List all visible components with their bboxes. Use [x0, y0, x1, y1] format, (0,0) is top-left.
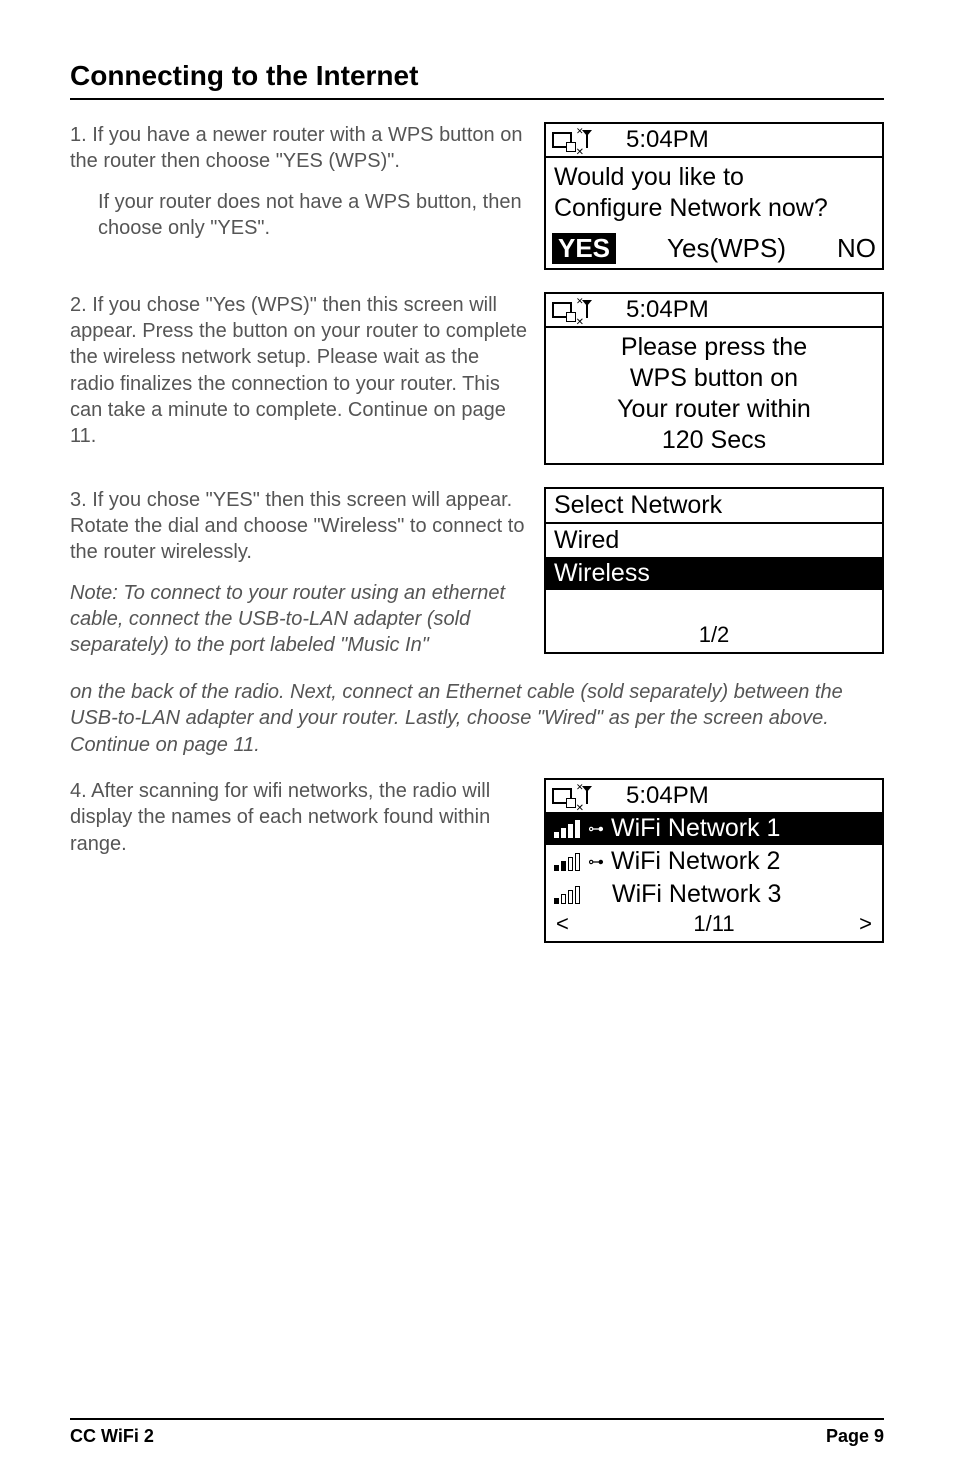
step1-subtext: If your router does not have a WPS butto…	[70, 189, 528, 242]
network-option-wireless[interactable]: Wireless	[546, 557, 882, 590]
page-footer: CC WiFi 2 Page 9	[70, 1418, 884, 1447]
option-no[interactable]: NO	[837, 233, 876, 264]
lock-icon: ⊶	[588, 852, 603, 872]
status-time: 5:04PM	[626, 296, 709, 324]
wifi-name-1: WiFi Network 1	[611, 814, 780, 843]
footer-left: CC WiFi 2	[70, 1426, 154, 1447]
prompt-line-2: Configure Network now?	[554, 193, 874, 224]
step1-text: 1. If you have a newer router with a WPS…	[70, 122, 528, 175]
pager-right[interactable]: >	[859, 911, 872, 937]
note-full: on the back of the radio. Next, connect …	[70, 679, 884, 758]
screen-wifi-list: 5:04PM ⊶ WiFi Network 1 ⊶ WiFi Network 2…	[544, 778, 884, 943]
status-time: 5:04PM	[626, 126, 709, 154]
screen-wps-prompt: 5:04PM Please press the WPS button on Yo…	[544, 292, 884, 465]
wifi-name-2: WiFi Network 2	[611, 847, 780, 876]
antenna-off-icon	[586, 132, 588, 148]
step3-text: 3. If you chose "YES" then this screen w…	[70, 487, 528, 566]
wifi-row-2[interactable]: ⊶ WiFi Network 2	[546, 845, 882, 878]
screen-configure-network: 5:04PM Would you like to Configure Netwo…	[544, 122, 884, 270]
option-yes-wps[interactable]: Yes(WPS)	[667, 233, 786, 264]
ethernet-disconnected-icon	[552, 132, 572, 148]
pager-left[interactable]: <	[556, 911, 569, 937]
wifi-row-1[interactable]: ⊶ WiFi Network 1	[546, 812, 882, 845]
screen-select-network: Select Network Wired Wireless 1/2	[544, 487, 884, 654]
step4-text: 4. After scanning for wifi networks, the…	[70, 778, 528, 857]
network-option-wired[interactable]: Wired	[546, 524, 882, 557]
signal-strong-icon	[554, 820, 580, 838]
heading-rule	[70, 98, 884, 100]
status-time: 5:04PM	[626, 782, 709, 810]
wps-line-1: Please press the	[554, 332, 874, 363]
step2-text: 2. If you chose "Yes (WPS)" then this sc…	[70, 292, 528, 450]
wps-line-4: 120 Secs	[554, 425, 874, 456]
wifi-row-3[interactable]: WiFi Network 3	[546, 878, 882, 911]
lock-icon: ⊶	[588, 819, 603, 839]
antenna-off-icon	[586, 788, 588, 804]
signal-medium-icon	[554, 853, 580, 871]
pager: 1/2	[546, 616, 882, 652]
wps-line-3: Your router within	[554, 394, 874, 425]
option-yes[interactable]: YES	[552, 233, 616, 264]
select-network-title: Select Network	[546, 489, 882, 524]
empty-row	[546, 590, 882, 616]
prompt-line-1: Would you like to	[554, 162, 874, 193]
ethernet-disconnected-icon	[552, 788, 572, 804]
antenna-off-icon	[586, 302, 588, 318]
footer-right: Page 9	[826, 1426, 884, 1447]
pager-pos: 1/11	[693, 911, 734, 937]
signal-weak-icon	[554, 886, 580, 904]
wps-line-2: WPS button on	[554, 363, 874, 394]
wifi-name-3: WiFi Network 3	[612, 880, 781, 909]
page-heading: Connecting to the Internet	[70, 60, 884, 92]
note-left: Note: To connect to your router using an…	[70, 580, 528, 659]
ethernet-disconnected-icon	[552, 302, 572, 318]
